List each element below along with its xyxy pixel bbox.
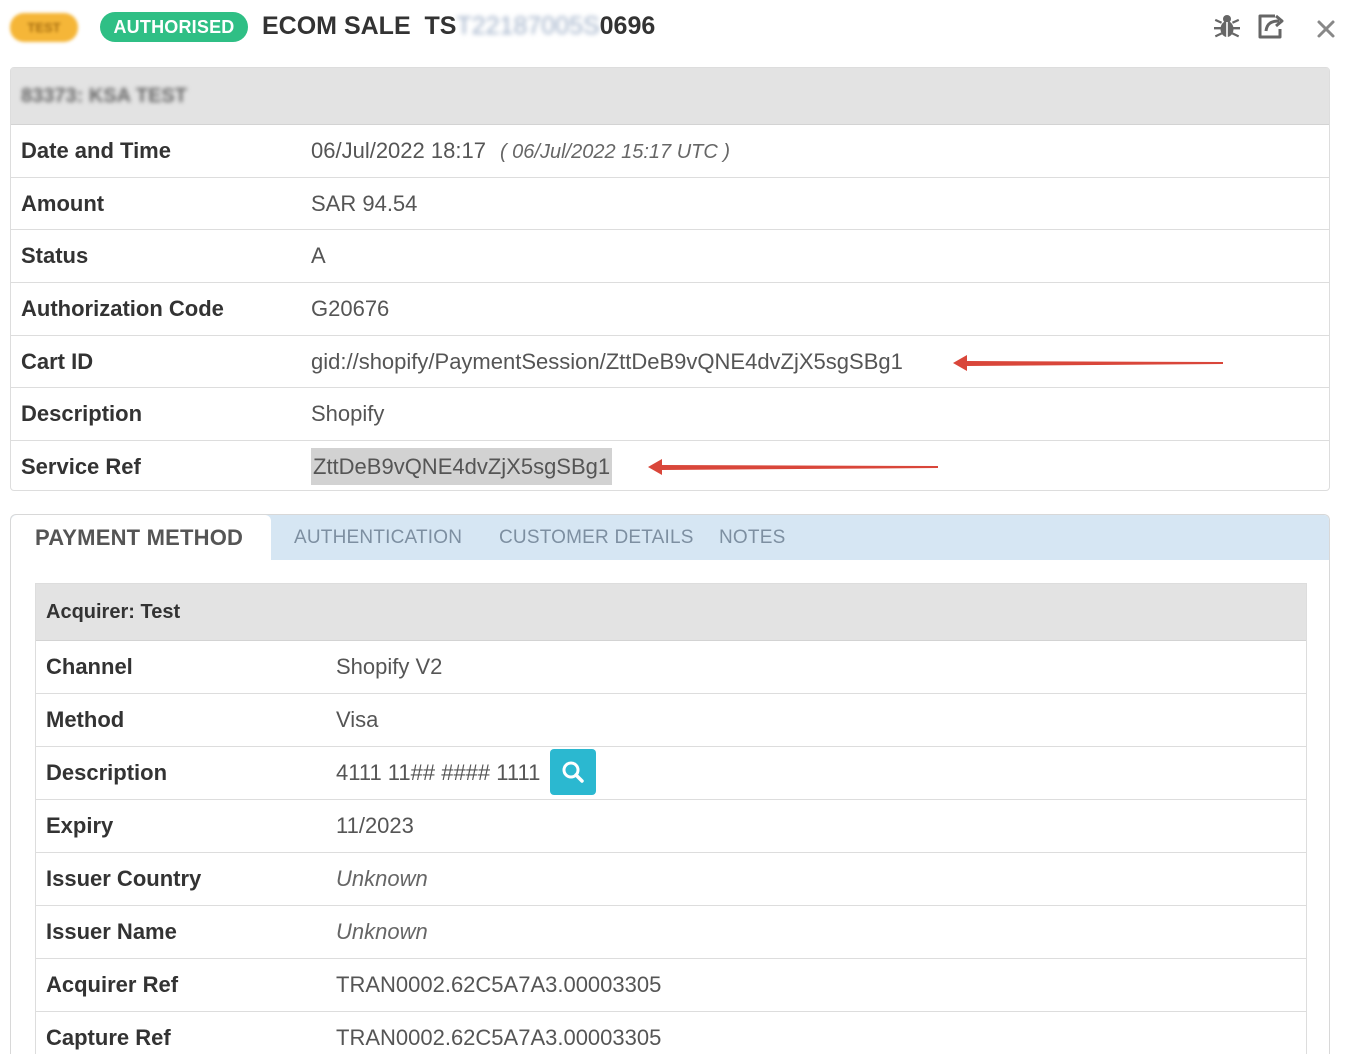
row-issuer-name: Issuer Name Unknown [36,906,1306,959]
row-value: 4111 11## #### 1111 [336,747,597,799]
row-value: Unknown [336,919,428,944]
row-value: Shopify [311,401,385,427]
row-value[interactable]: ZttDeB9vQNE4dvZjX5sgSBg1 [311,441,613,493]
title-prefix: ECOM SALE TS [262,12,457,40]
date-time-value: 06/Jul/2022 18:17 [311,138,486,163]
row-label: Authorization Code [21,296,224,322]
row-value: SAR 94.54 [311,190,418,216]
row-value: A [311,243,326,269]
row-value: Visa [336,707,379,732]
row-method: Method Visa [36,694,1306,747]
row-capture-ref: Capture Ref TRAN0002.62C5A7A3.00003305 [36,1012,1306,1054]
row-label: Service Ref [21,454,141,480]
search-icon [562,761,585,783]
card-number: 4111 11## #### 1111 [336,760,541,785]
share-icon[interactable] [1255,10,1287,42]
row-issuer-country: Issuer Country Unknown [36,853,1306,906]
annotation-arrow-icon [953,354,1223,371]
row-channel: Channel Shopify V2 [36,641,1306,694]
row-label: Capture Ref [46,1025,171,1050]
row-value[interactable]: gid://shopify/PaymentSession/ZttDeB9vQNE… [311,336,903,388]
tab-customer-details[interactable]: CUSTOMER DETAILS [499,515,694,560]
card-lookup-button[interactable] [550,749,597,796]
row-label: Method [46,707,125,732]
row-value: Shopify V2 [336,654,443,679]
acquirer-title: Acquirer: Test [46,601,181,623]
tab-payment-method[interactable]: PAYMENT METHOD [11,515,271,560]
row-label: Expiry [46,813,114,838]
modal-header: TEST AUTHORISED ECOM SALE TST22187005S06… [0,0,1345,56]
close-icon[interactable] [1312,12,1340,44]
row-label: Acquirer Ref [46,972,179,997]
row-card-description: Description 4111 11## #### 1111 [36,747,1306,800]
row-label: Cart ID [21,348,94,374]
row-acquirer-ref: Acquirer Ref TRAN0002.62C5A7A3.00003305 [36,959,1306,1012]
test-badge: TEST [10,13,78,42]
acquirer-header: Acquirer: Test [36,584,1306,641]
row-label: Issuer Country [46,866,202,891]
row-label: Description [46,760,168,785]
row-authorization-code: Authorization Code G20676 [11,283,1329,336]
page-title: ECOM SALE TST22187005S0696 [262,9,655,43]
merchant-header: 83373: KSA TEST [11,68,1329,125]
row-description: Description Shopify [11,388,1329,442]
row-amount: Amount SAR 94.54 [11,178,1329,231]
row-label: Amount [21,190,105,216]
row-label: Date and Time [21,138,171,163]
utc-time-value: ( 06/Jul/2022 15:17 UTC ) [499,141,731,163]
payment-method-panel: Acquirer: Test Channel Shopify V2 Method… [35,583,1307,1054]
tab-authentication[interactable]: AUTHENTICATION [294,515,462,560]
row-value: G20676 [311,296,390,322]
bug-icon[interactable] [1211,10,1243,42]
row-label: Issuer Name [46,919,177,944]
transaction-panel: 83373: KSA TEST Date and Time 06/Jul/202… [10,67,1330,491]
row-value: TRAN0002.62C5A7A3.00003305 [336,1025,662,1050]
row-service-ref: Service Ref ZttDeB9vQNE4dvZjX5sgSBg1 [11,441,1329,494]
row-cart-id: Cart ID gid://shopify/PaymentSession/Ztt… [11,336,1329,389]
title-suffix: 0696 [599,12,656,40]
status-badge: AUTHORISED [100,12,248,42]
row-value: 06/Jul/2022 18:17 ( 06/Jul/2022 15:17 UTC… [311,125,730,178]
service-ref-selected-text[interactable]: ZttDeB9vQNE4dvZjX5sgSBg1 [311,448,613,486]
merchant-name: 83373: KSA TEST [21,85,187,107]
row-date-time: Date and Time 06/Jul/2022 18:17 ( 06/Jul/… [11,125,1329,178]
tab-notes[interactable]: NOTES [719,515,785,560]
row-label: Status [21,243,89,269]
annotation-arrow-icon [648,459,938,476]
title-masked-id: T22187005S [456,12,600,40]
row-value: Unknown [336,866,428,891]
row-status: Status A [11,230,1329,284]
tab-bar: PAYMENT METHOD AUTHENTICATION CUSTOMER D… [11,515,1329,560]
row-label: Description [21,401,143,427]
details-tabs: PAYMENT METHOD AUTHENTICATION CUSTOMER D… [10,514,1330,1054]
row-expiry: Expiry 11/2023 [36,800,1306,853]
row-value: TRAN0002.62C5A7A3.00003305 [336,972,662,997]
row-label: Channel [46,654,133,679]
row-value: 11/2023 [336,813,414,838]
